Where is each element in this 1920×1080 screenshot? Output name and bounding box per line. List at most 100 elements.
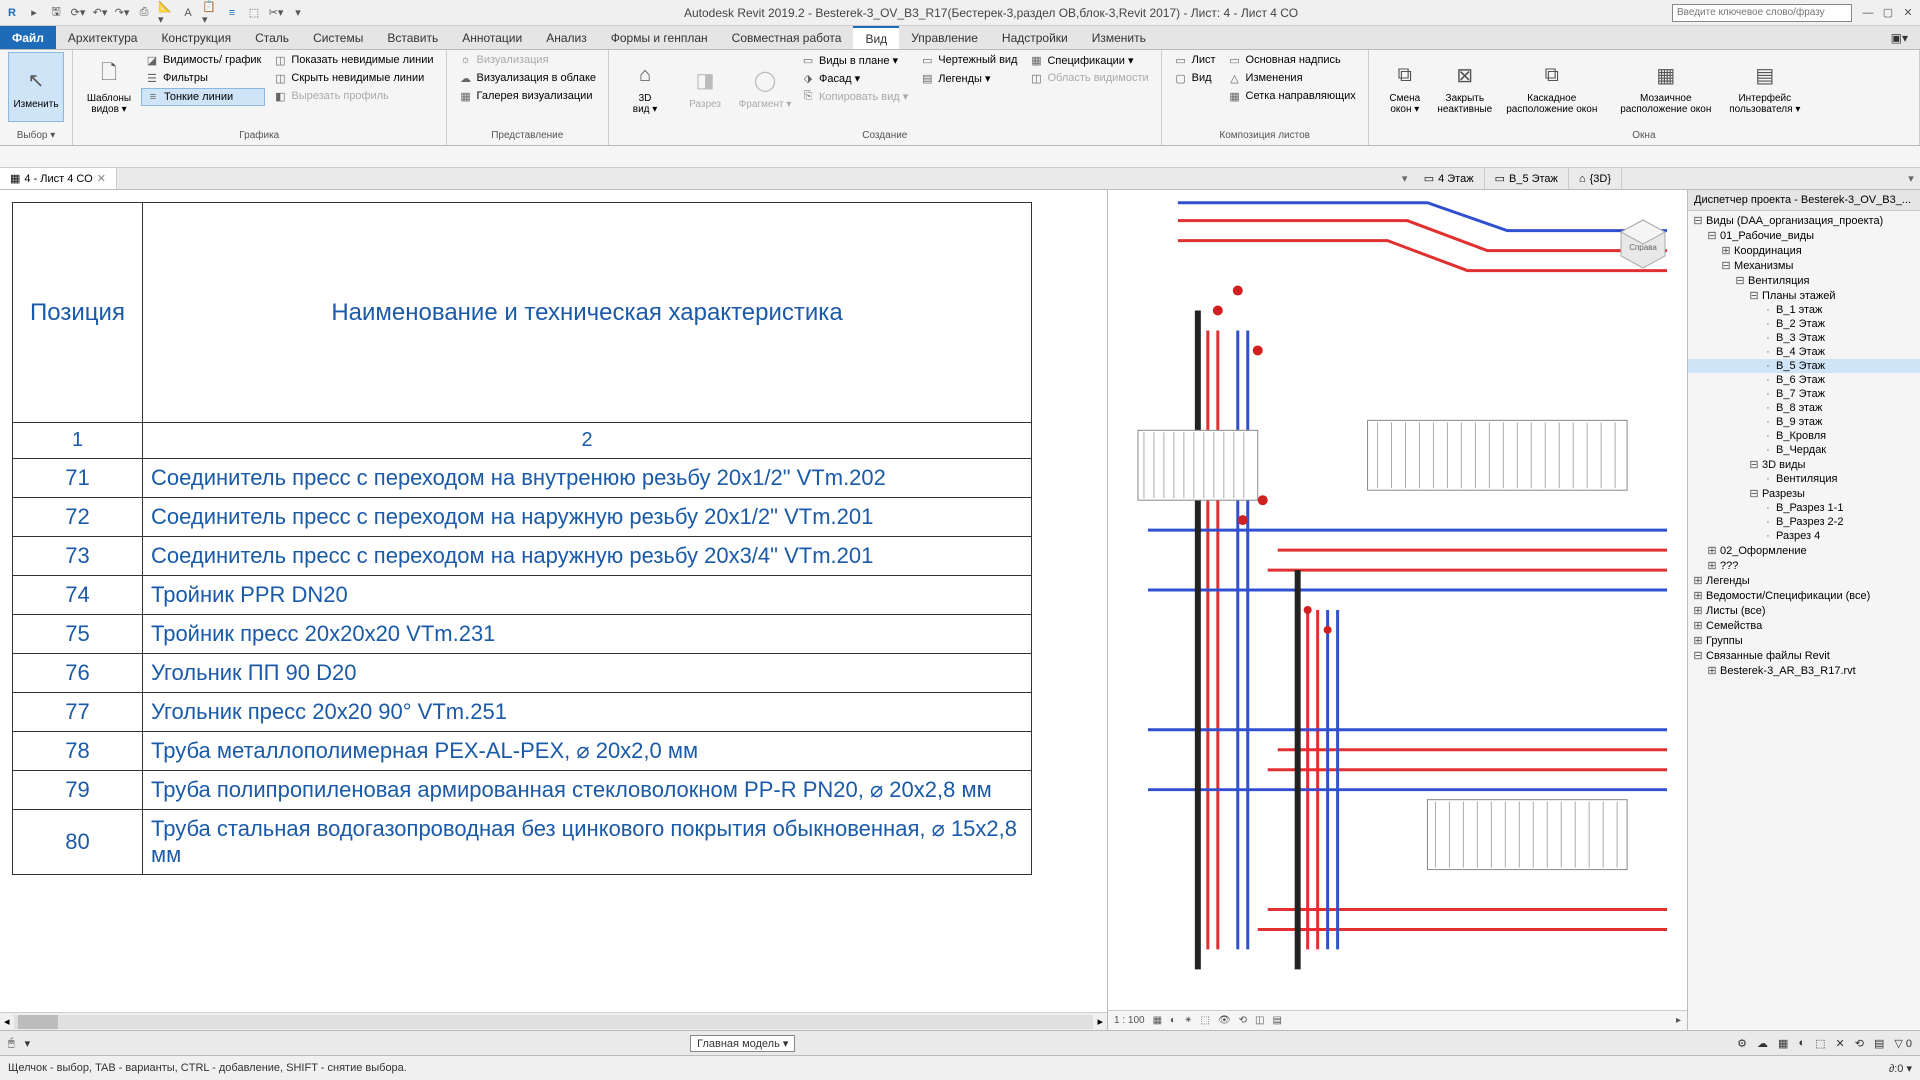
tree-twisty-icon[interactable]: ⊟ bbox=[1734, 274, 1746, 287]
tree-item[interactable]: ⊟Механизмы bbox=[1688, 258, 1920, 273]
tree-item[interactable]: ·Вентиляция bbox=[1688, 472, 1920, 486]
tree-twisty-icon[interactable]: ⊟ bbox=[1748, 487, 1760, 500]
section-icon[interactable]: ✂▾ bbox=[268, 5, 284, 21]
tree-twisty-icon[interactable]: · bbox=[1762, 444, 1774, 456]
vc-icon[interactable]: ▽ 0 bbox=[1894, 1037, 1912, 1050]
tree-twisty-icon[interactable]: · bbox=[1762, 374, 1774, 386]
tab-forms[interactable]: Формы и генплан bbox=[599, 26, 720, 49]
tree-item[interactable]: ⊟Вентиляция bbox=[1688, 273, 1920, 288]
gallery-button[interactable]: ▦Галерея визуализации bbox=[455, 88, 601, 104]
tree-twisty-icon[interactable]: · bbox=[1762, 416, 1774, 428]
vc-icon[interactable]: ◐ bbox=[1170, 1015, 1176, 1026]
tab-arch[interactable]: Архитектура bbox=[56, 26, 150, 49]
tree-twisty-icon[interactable]: ⊞ bbox=[1692, 589, 1704, 602]
search-input[interactable] bbox=[1672, 4, 1852, 22]
redo-icon[interactable]: ↷▾ bbox=[114, 5, 130, 21]
tree-item[interactable]: ·В_1 этаж bbox=[1688, 303, 1920, 317]
undo-icon[interactable]: ↶▾ bbox=[92, 5, 108, 21]
guide-grid-button[interactable]: ▦Сетка направляющих bbox=[1224, 88, 1360, 104]
tree-twisty-icon[interactable]: · bbox=[1762, 530, 1774, 542]
switch-windows-button[interactable]: ⧉Смена окон ▾ bbox=[1377, 52, 1433, 122]
tab-annot[interactable]: Аннотации bbox=[450, 26, 534, 49]
tree-item[interactable]: ⊞Легенды bbox=[1688, 573, 1920, 588]
align-icon[interactable]: ≡ bbox=[224, 5, 240, 21]
close-tab-icon[interactable]: ✕ bbox=[97, 172, 106, 185]
measure-icon[interactable]: 📐▾ bbox=[158, 5, 174, 21]
tree-twisty-icon[interactable]: ⊟ bbox=[1692, 649, 1704, 662]
modify-button[interactable]: ↖Изменить bbox=[8, 52, 64, 122]
vc-icon[interactable]: ◐ bbox=[1798, 1037, 1805, 1049]
tree-twisty-icon[interactable]: ⊟ bbox=[1748, 289, 1760, 302]
tree-item[interactable]: ⊞Ведомости/Спецификации (все) bbox=[1688, 588, 1920, 603]
tree-item[interactable]: ⊞02_Оформление bbox=[1688, 543, 1920, 558]
revisions-button[interactable]: △Изменения bbox=[1224, 70, 1360, 86]
tab-sys[interactable]: Системы bbox=[301, 26, 375, 49]
view-templates-button[interactable]: 🗋Шаблоны видов ▾ bbox=[81, 52, 137, 122]
viewtab-drop2[interactable]: ▾ bbox=[1902, 172, 1920, 185]
titleblock-button[interactable]: ▭Основная надпись bbox=[1224, 52, 1360, 68]
tab-anal[interactable]: Анализ bbox=[534, 26, 599, 49]
tab-manage[interactable]: Управление bbox=[899, 26, 990, 49]
tree-twisty-icon[interactable]: ⊟ bbox=[1692, 214, 1704, 227]
sheet-button[interactable]: ▭Лист bbox=[1170, 52, 1220, 68]
vc-icon[interactable]: 🖱 bbox=[8, 1037, 15, 1050]
vc-icon[interactable]: ✕ bbox=[1836, 1037, 1845, 1050]
3d-model-view[interactable] bbox=[1108, 190, 1687, 1030]
tree-twisty-icon[interactable]: ⊞ bbox=[1706, 559, 1718, 572]
tree-twisty-icon[interactable]: ⊟ bbox=[1748, 458, 1760, 471]
tree-twisty-icon[interactable]: · bbox=[1762, 402, 1774, 414]
vc-icon[interactable]: 👁 bbox=[1218, 1015, 1231, 1026]
vc-icon[interactable]: ⚙ bbox=[1737, 1037, 1747, 1050]
tree-item[interactable]: ⊟Планы этажей bbox=[1688, 288, 1920, 303]
tree-twisty-icon[interactable]: ⊞ bbox=[1692, 574, 1704, 587]
vc-icon[interactable]: ◫ bbox=[1255, 1015, 1264, 1026]
workset-select[interactable]: Главная модель ▾ bbox=[690, 1035, 795, 1052]
viewtab-drop1[interactable]: ▾ bbox=[1396, 172, 1414, 185]
tree-twisty-icon[interactable]: ⊞ bbox=[1706, 544, 1718, 557]
schedules-button[interactable]: ▦Спецификации ▾ bbox=[1025, 52, 1152, 68]
tree-item[interactable]: ·В_9 этаж bbox=[1688, 415, 1920, 429]
visibility-button[interactable]: ◪Видимость/ график bbox=[141, 52, 265, 68]
tab-collab[interactable]: Совместная работа bbox=[720, 26, 854, 49]
tree-item[interactable]: ⊞Besterek-3_AR_B3_R17.rvt bbox=[1688, 663, 1920, 678]
vc-icon[interactable]: ▤ bbox=[1874, 1037, 1884, 1050]
tree-item[interactable]: ⊞??? bbox=[1688, 558, 1920, 573]
viewtab-3d[interactable]: ⌂{3D} bbox=[1569, 168, 1622, 189]
vc-icon[interactable]: ▸ bbox=[1676, 1015, 1681, 1026]
ui-button[interactable]: ▤Интерфейс пользователя ▾ bbox=[1725, 52, 1805, 122]
tree-item[interactable]: ·В_5 Этаж bbox=[1688, 359, 1920, 373]
tree-item[interactable]: ⊟Связанные файлы Revit bbox=[1688, 648, 1920, 663]
tree-item[interactable]: ⊞Координация bbox=[1688, 243, 1920, 258]
tree-twisty-icon[interactable]: · bbox=[1762, 473, 1774, 485]
elevation-button[interactable]: ⬗Фасад ▾ bbox=[797, 70, 912, 86]
tree-twisty-icon[interactable]: · bbox=[1762, 360, 1774, 372]
tree-twisty-icon[interactable]: · bbox=[1762, 388, 1774, 400]
tree-item[interactable]: ·В_2 Этаж bbox=[1688, 317, 1920, 331]
minimize-icon[interactable]: — bbox=[1860, 5, 1876, 21]
tree-item[interactable]: ·В_Разрез 2-2 bbox=[1688, 515, 1920, 529]
tree-twisty-icon[interactable]: ⊟ bbox=[1720, 259, 1732, 272]
sync-icon[interactable]: ⟳▾ bbox=[70, 5, 86, 21]
view-button[interactable]: ▢Вид bbox=[1170, 70, 1220, 86]
tree-twisty-icon[interactable]: ⊞ bbox=[1692, 634, 1704, 647]
tree-item[interactable]: ⊟Виды (DAA_организация_проекта) bbox=[1688, 213, 1920, 228]
tab-modify[interactable]: Изменить bbox=[1080, 26, 1158, 49]
tree-item[interactable]: ·В_6 Этаж bbox=[1688, 373, 1920, 387]
open-icon[interactable]: ▸ bbox=[26, 5, 42, 21]
tree-item[interactable]: ·В_3 Этаж bbox=[1688, 331, 1920, 345]
tree-item[interactable]: ⊞Группы bbox=[1688, 633, 1920, 648]
vc-icon[interactable]: ▤ bbox=[1272, 1015, 1281, 1026]
tree-item[interactable]: ⊞Семейства bbox=[1688, 618, 1920, 633]
scale-display[interactable]: 1 : 100 bbox=[1114, 1015, 1145, 1026]
maximize-icon[interactable]: ▢ bbox=[1880, 5, 1896, 21]
tree-twisty-icon[interactable]: · bbox=[1762, 516, 1774, 528]
render-cloud-button[interactable]: ☁Визуализация в облаке bbox=[455, 70, 601, 86]
cascade-button[interactable]: ⧉Каскадное расположение окон bbox=[1497, 52, 1607, 122]
save-icon[interactable]: 🖫 bbox=[48, 5, 64, 21]
tree-twisty-icon[interactable]: ⊞ bbox=[1706, 664, 1718, 677]
thin-lines-button[interactable]: ≡Тонкие линии bbox=[141, 88, 265, 106]
tree-twisty-icon[interactable]: · bbox=[1762, 318, 1774, 330]
tree-item[interactable]: ⊞Листы (все) bbox=[1688, 603, 1920, 618]
tree-item[interactable]: ·В_7 Этаж bbox=[1688, 387, 1920, 401]
paste-icon[interactable]: 📋▾ bbox=[202, 5, 218, 21]
